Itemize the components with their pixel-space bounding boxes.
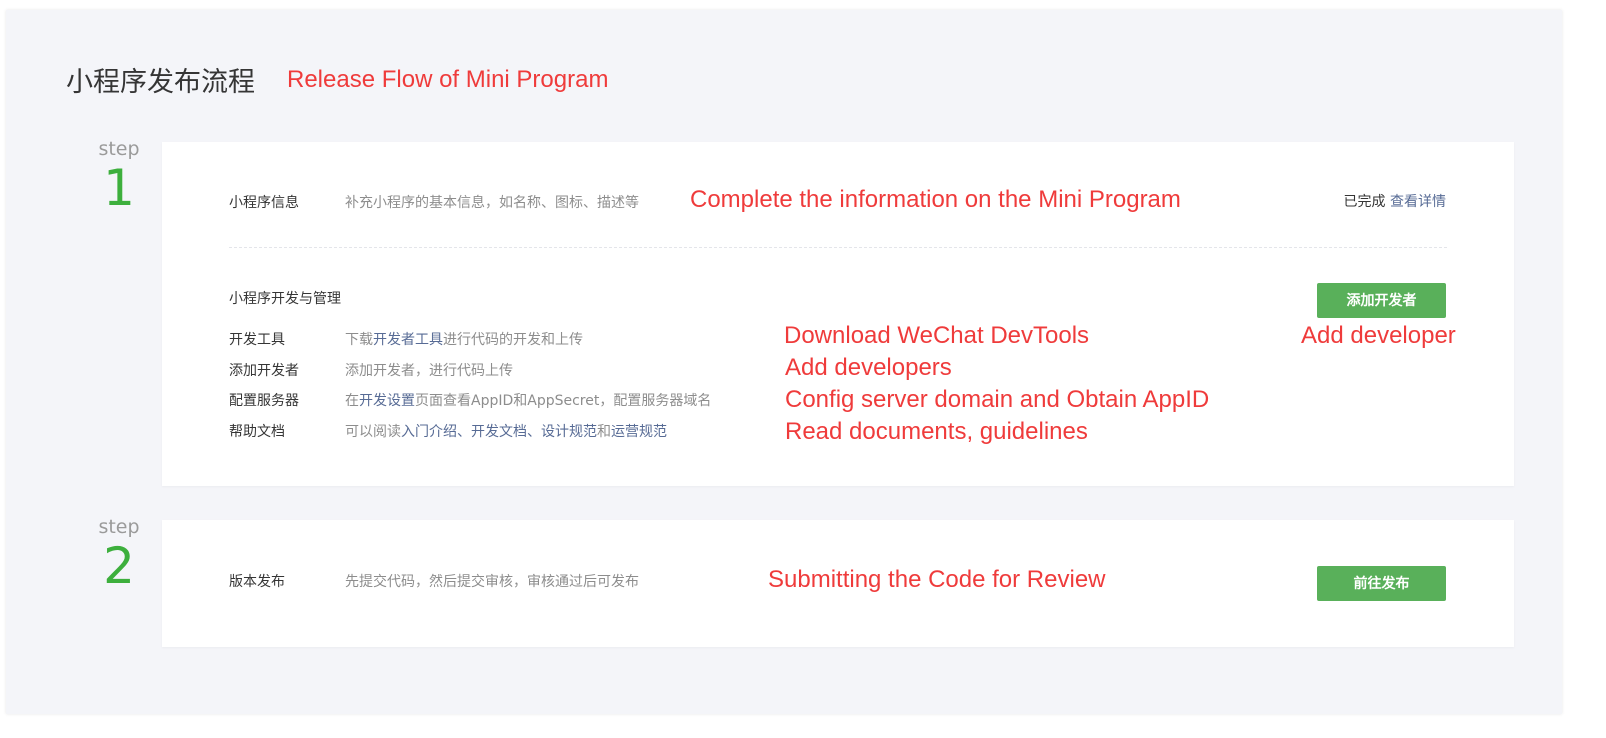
config-server-label: 配置服务器 (229, 393, 299, 409)
release-annotation: Submitting the Code for Review (768, 566, 1106, 593)
help-docs-label: 帮助文档 (229, 424, 285, 440)
release-label: 版本发布 (229, 574, 285, 590)
intro-link[interactable]: 入门介绍 (401, 424, 457, 440)
add-developer-button[interactable]: 添加开发者 (1317, 283, 1446, 318)
step-2-card: 版本发布 先提交代码，然后提交审核，审核通过后可发布 Submitting th… (162, 520, 1514, 647)
step-1-label: step (98, 138, 140, 160)
add-developer-annotation: Add developer (1301, 322, 1456, 349)
step-1-number: 1 (103, 159, 135, 217)
conjunction-text: 和 (597, 424, 611, 440)
dev-tools-label: 开发工具 (229, 332, 285, 348)
operation-guidelines-link[interactable]: 运营规范 (611, 424, 667, 440)
info-label: 小程序信息 (229, 195, 299, 211)
config-server-desc-text: 在 (345, 393, 359, 409)
page-title: 小程序发布流程 (66, 67, 255, 98)
info-annotation: Complete the information on the Mini Pro… (690, 186, 1181, 213)
step-1-card: 小程序信息 补充小程序的基本信息，如名称、图标、描述等 Complete the… (162, 142, 1514, 486)
config-server-desc-text: 页面查看AppID和AppSecret，配置服务器域名 (415, 393, 712, 409)
dev-docs-link[interactable]: 开发文档 (471, 424, 527, 440)
add-developer-desc: 添加开发者，进行代码上传 (345, 363, 513, 379)
add-developers-annotation: Add developers (785, 354, 952, 381)
dev-section-title: 小程序开发与管理 (229, 291, 341, 307)
step-2-number: 2 (103, 537, 135, 595)
help-docs-desc-text: 可以阅读 (345, 424, 401, 440)
info-desc: 补充小程序的基本信息，如名称、图标、描述等 (345, 195, 639, 211)
separator-text: 、 (457, 424, 471, 440)
publish-button[interactable]: 前往发布 (1317, 566, 1446, 601)
view-details-link[interactable]: 查看详情 (1390, 194, 1446, 210)
release-desc: 先提交代码，然后提交审核，审核通过后可发布 (345, 574, 639, 590)
help-docs-desc: 可以阅读入门介绍、开发文档、设计规范和运营规范 (345, 421, 667, 441)
config-server-desc: 在开发设置页面查看AppID和AppSecret，配置服务器域名 (345, 390, 711, 410)
section-divider (229, 247, 1447, 248)
devtools-download-link[interactable]: 开发者工具 (373, 332, 443, 348)
help-docs-annotation: Read documents, guidelines (785, 418, 1088, 445)
dev-tools-annotation: Download WeChat DevTools (784, 322, 1090, 349)
config-server-annotation: Config server domain and Obtain AppID (785, 386, 1210, 413)
separator-text: 、 (527, 424, 541, 440)
design-guidelines-link[interactable]: 设计规范 (541, 424, 597, 440)
dev-tools-desc: 下载开发者工具进行代码的开发和上传 (345, 329, 583, 349)
info-status-group: 已完成 查看详情 (1344, 191, 1446, 211)
dev-settings-link[interactable]: 开发设置 (359, 393, 415, 409)
add-developer-label: 添加开发者 (229, 363, 299, 379)
dev-tools-desc-text: 下载 (345, 332, 373, 348)
dev-tools-desc-text: 进行代码的开发和上传 (443, 332, 583, 348)
status-completed: 已完成 (1343, 194, 1386, 210)
step-2-label: step (98, 516, 140, 538)
title-annotation: Release Flow of Mini Program (287, 66, 609, 93)
